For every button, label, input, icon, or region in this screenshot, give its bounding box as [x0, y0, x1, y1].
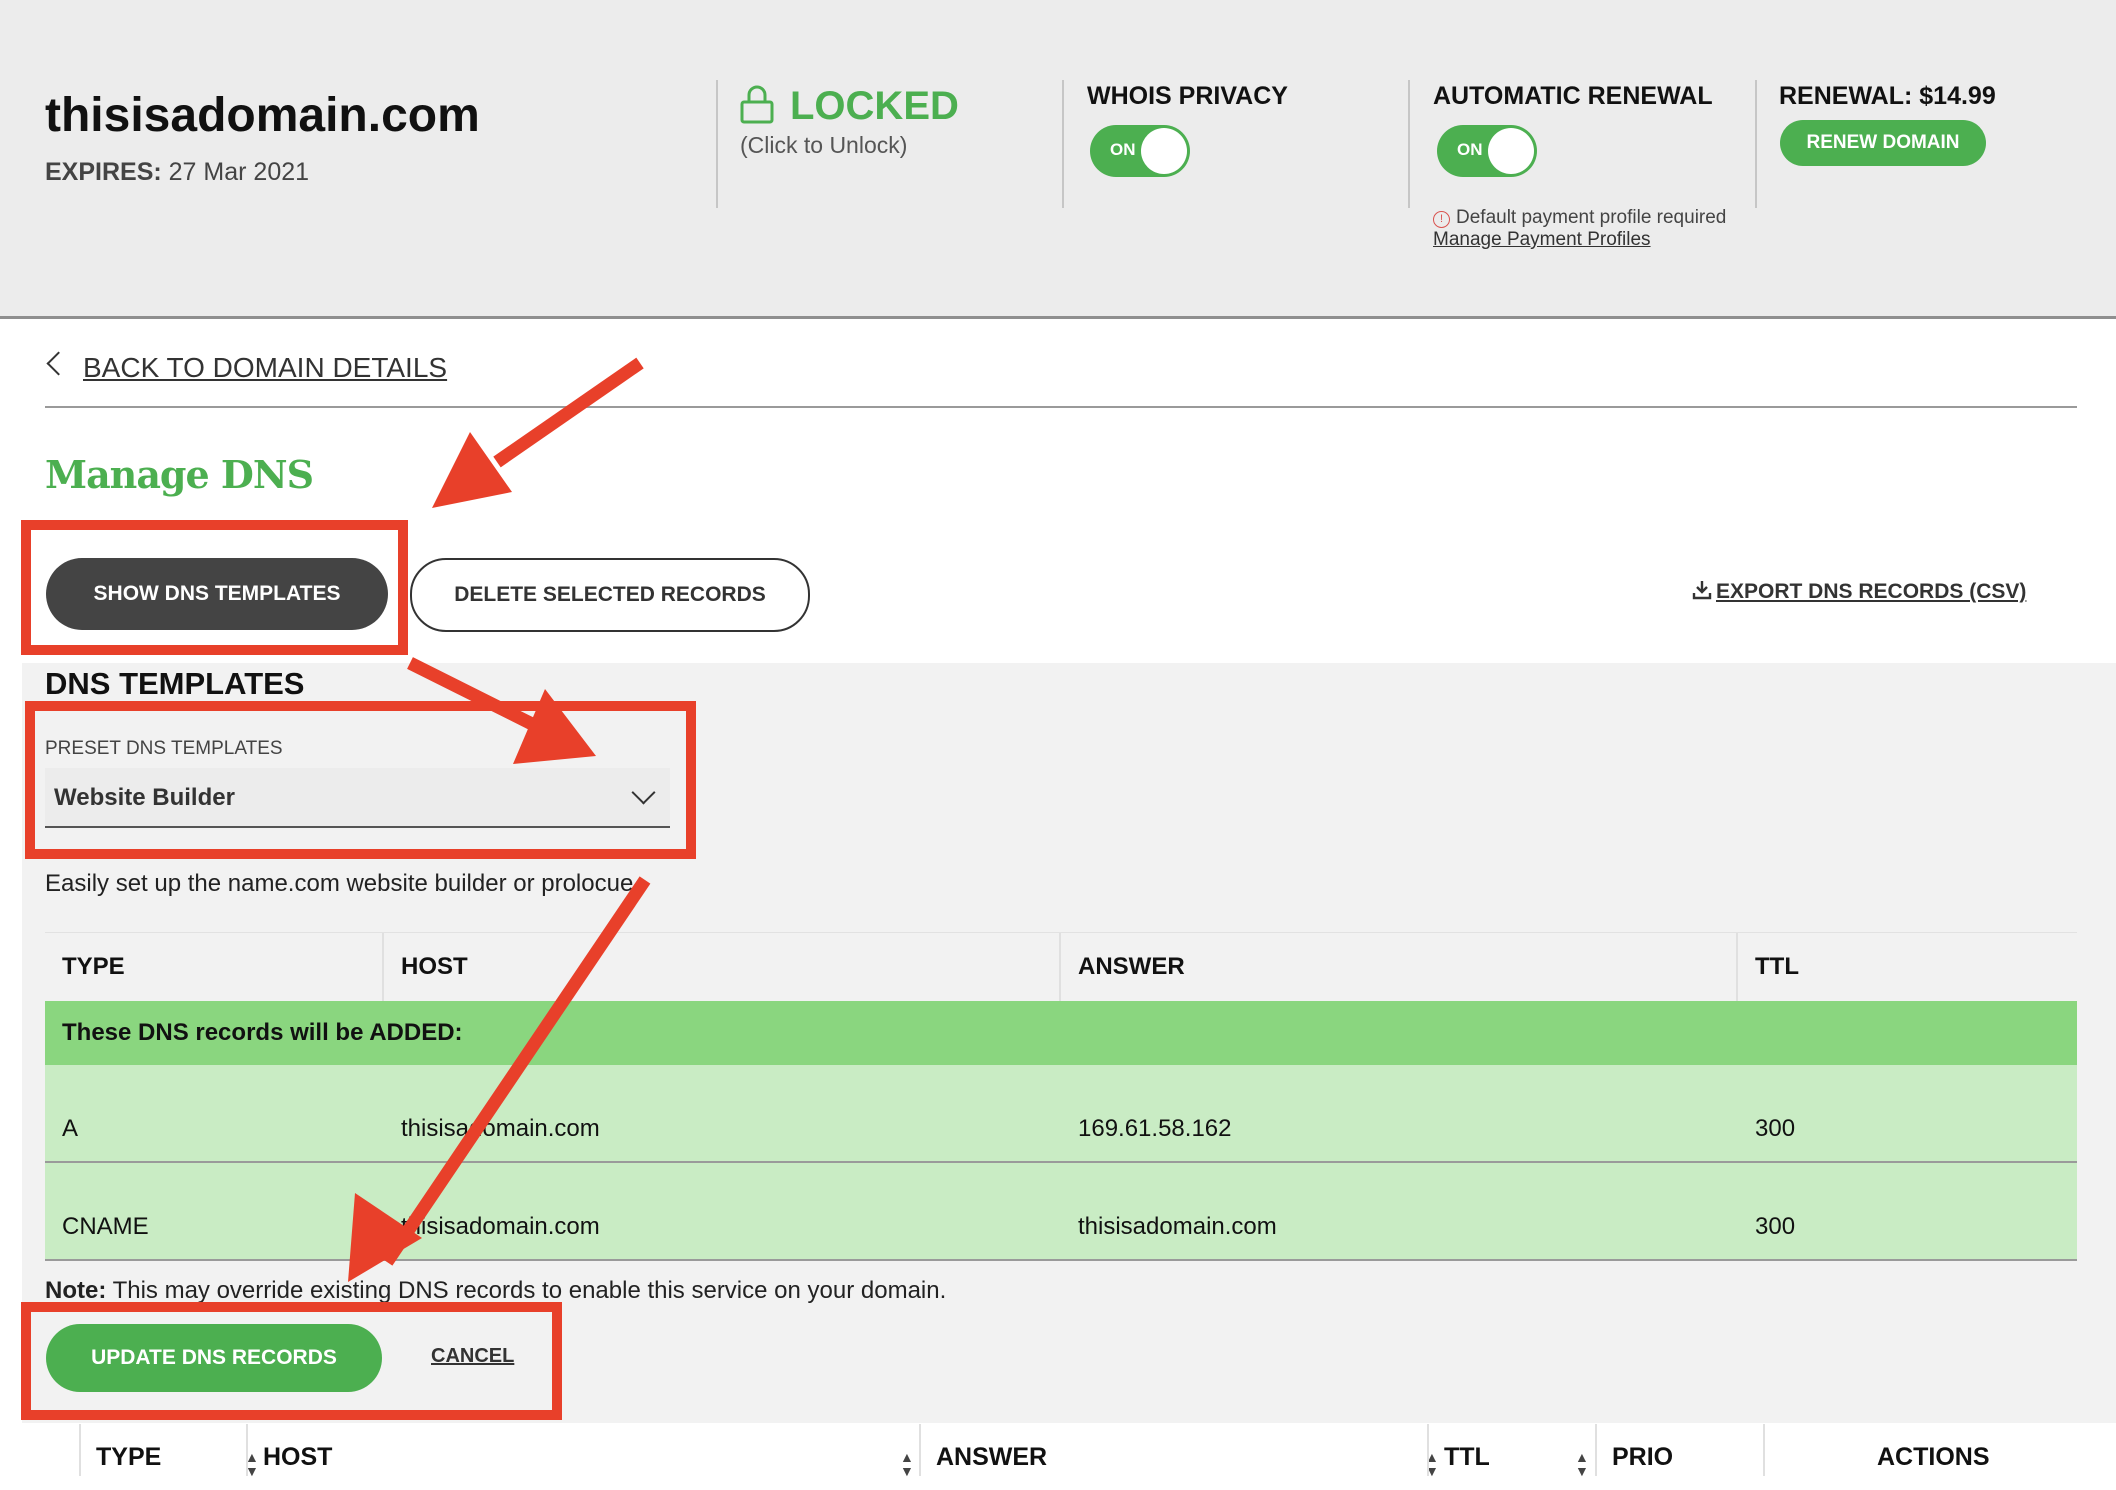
added-records-banner: These DNS records will be ADDED: — [45, 1001, 2077, 1065]
added-banner-text: These DNS records will be ADDED: — [62, 1019, 463, 1046]
column-header-type: TYPE — [45, 933, 384, 1001]
arrow-head — [432, 432, 512, 508]
record-answer: thisisadomain.com — [1078, 1213, 1277, 1240]
record-answer: 169.61.58.162 — [1078, 1115, 1232, 1142]
domain-name: thisisadomain.com — [45, 89, 480, 142]
column-label: PRIO — [1612, 1443, 1674, 1471]
template-records-table: TYPE HOST ANSWER TTL These DNS records w… — [45, 932, 2077, 1261]
record-type: CNAME — [62, 1213, 149, 1240]
auto-renewal-toggle-label: ON — [1457, 140, 1483, 159]
page-title: Manage DNS — [45, 452, 314, 497]
divider — [716, 80, 718, 208]
divider — [1408, 80, 1410, 208]
export-label: EXPORT DNS RECORDS (CSV) — [1716, 580, 2027, 603]
column-label: ACTIONS — [1877, 1443, 1990, 1471]
toggle-knob — [1141, 128, 1187, 174]
auto-renewal-toggle[interactable]: ON — [1437, 125, 1537, 177]
table-row: A thisisadomain.com 169.61.58.162 300 — [45, 1065, 2077, 1163]
whois-privacy-title: WHOIS PRIVACY — [1087, 82, 1288, 110]
lock-hint: (Click to Unlock) — [740, 132, 908, 158]
column-label: ANSWER — [936, 1443, 1048, 1471]
divider — [1062, 80, 1064, 208]
column-header-ttl[interactable]: TTL ▲ ▼ — [1427, 1424, 1595, 1478]
column-header-host: HOST — [384, 933, 1061, 1001]
record-ttl: 300 — [1755, 1115, 1796, 1142]
highlight-box-update-buttons — [21, 1302, 562, 1420]
expires-label: EXPIRES: — [45, 158, 162, 186]
override-note: Note: This may override existing DNS rec… — [45, 1277, 946, 1305]
expires-value: 27 Mar 2021 — [168, 158, 310, 186]
record-ttl: 300 — [1755, 1213, 1796, 1240]
sort-icon[interactable]: ▲ ▼ — [900, 1450, 914, 1478]
delete-selected-records-button[interactable]: DELETE SELECTED RECORDS — [410, 558, 810, 632]
column-header-type[interactable]: TYPE ▲ ▼ — [79, 1424, 269, 1478]
whois-privacy-toggle[interactable]: ON — [1090, 125, 1190, 177]
manage-payment-profiles-link[interactable]: Manage Payment Profiles — [1433, 229, 1651, 251]
divider — [1755, 80, 1757, 208]
record-host: thisisadomain.com — [401, 1213, 600, 1240]
table-header: TYPE HOST ANSWER TTL — [45, 932, 2077, 1001]
table-row: CNAME thisisadomain.com thisisadomain.co… — [45, 1163, 2077, 1261]
lock-status: LOCKED — [790, 84, 959, 128]
column-label: TYPE — [96, 1443, 162, 1471]
arrow-to-show-templates — [493, 357, 644, 468]
warning-icon: ! — [1433, 211, 1450, 228]
divider — [45, 406, 2077, 408]
template-description: Easily set up the name.com website build… — [45, 870, 634, 897]
column-header-answer: ANSWER — [1061, 933, 1738, 1001]
lock-icon — [740, 85, 774, 124]
renew-domain-button[interactable]: RENEW DOMAIN — [1780, 120, 1986, 166]
toggle-knob — [1488, 128, 1534, 174]
dns-records-table-header: TYPE ▲ ▼ HOST ▲ ▼ ANSWER ▲ ▼ TTL ▲ ▼ PRIO AC… — [22, 1424, 2116, 1478]
highlight-box-preset-select — [25, 701, 696, 859]
dns-templates-title: DNS TEMPLATES — [45, 666, 305, 701]
payment-profile-note: ! Default payment profile required — [1433, 207, 1726, 229]
column-header-prio[interactable]: PRIO — [1595, 1424, 1763, 1476]
note-text: This may override existing DNS records t… — [112, 1277, 947, 1304]
back-to-domain-details-link[interactable]: BACK TO DOMAIN DETAILS — [46, 351, 448, 384]
highlight-box-show-templates — [21, 520, 408, 655]
column-header-answer[interactable]: ANSWER ▲ ▼ — [919, 1424, 1449, 1478]
column-label: TTL — [1444, 1443, 1490, 1471]
renewal-price: RENEWAL: $14.99 — [1779, 82, 1996, 110]
column-header-host[interactable]: HOST ▲ ▼ — [246, 1424, 936, 1478]
export-dns-records-link[interactable]: EXPORT DNS RECORDS (CSV) — [1692, 580, 2026, 604]
payment-note-text: Default payment profile required — [1456, 207, 1727, 228]
column-header-actions: ACTIONS — [1763, 1424, 2093, 1476]
record-type: A — [62, 1115, 79, 1142]
auto-renewal-title: AUTOMATIC RENEWAL — [1433, 82, 1713, 110]
sort-icon[interactable]: ▲ ▼ — [1575, 1450, 1589, 1478]
chevron-left-icon — [46, 351, 71, 376]
download-icon — [1692, 581, 1712, 600]
column-header-ttl: TTL — [1755, 953, 1799, 980]
whois-toggle-label: ON — [1110, 140, 1136, 159]
domain-header: thisisadomain.com EXPIRES: 27 Mar 2021 L… — [0, 0, 2116, 319]
record-host: thisisadomain.com — [401, 1115, 600, 1142]
column-label: HOST — [263, 1443, 333, 1471]
back-link-label: BACK TO DOMAIN DETAILS — [83, 352, 448, 383]
note-label: Note: — [45, 1277, 107, 1304]
expiry-info: EXPIRES: 27 Mar 2021 — [45, 158, 309, 187]
